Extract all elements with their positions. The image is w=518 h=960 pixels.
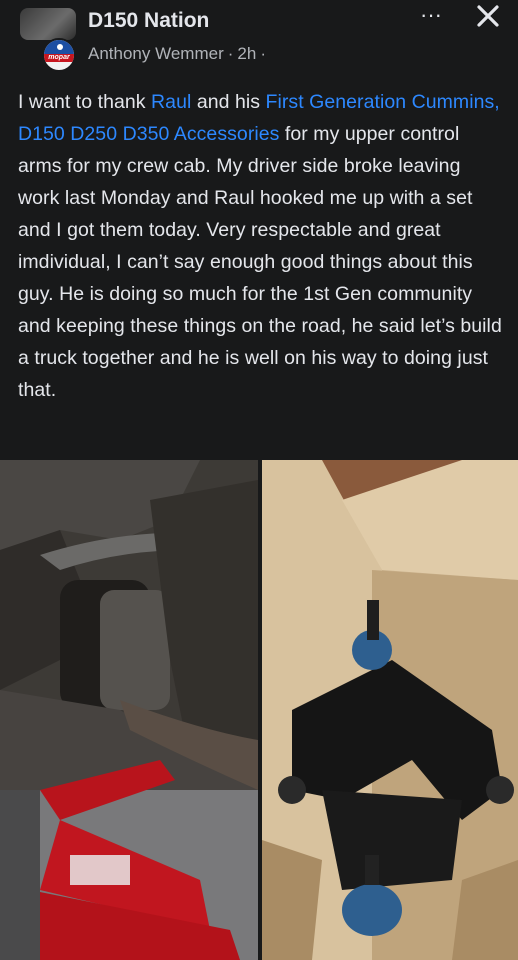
- group-cover-image: [20, 8, 76, 40]
- author-name[interactable]: Anthony Wemmer: [88, 44, 224, 63]
- separator: ·: [227, 44, 234, 63]
- post-body: I want to thank Raul and his First Gener…: [18, 86, 506, 406]
- close-button[interactable]: [470, 0, 506, 34]
- close-icon: [477, 5, 499, 27]
- author-line: Anthony Wemmer · 2h ·: [88, 44, 270, 64]
- broken-control-arm-photo[interactable]: [0, 460, 258, 960]
- post-text-part-2: and his: [191, 91, 266, 113]
- more-options-button[interactable]: ···: [416, 2, 446, 32]
- group-avatar[interactable]: mopar: [20, 8, 80, 72]
- new-control-arm-image: [262, 460, 518, 960]
- group-name[interactable]: D150 Nation: [88, 9, 209, 33]
- post-header: mopar D150 Nation Anthony Wemmer · 2h · ···: [0, 0, 518, 78]
- photo-grid: [0, 460, 518, 960]
- broken-control-arm-image: [0, 460, 258, 960]
- post-time[interactable]: 2h: [237, 44, 256, 63]
- more-dots-icon: ···: [420, 2, 442, 27]
- mopar-logo: mopar: [42, 38, 76, 72]
- separator-2: ·: [260, 44, 266, 63]
- post-text-part-1: I want to thank: [18, 91, 152, 113]
- mention-raul-link[interactable]: Raul: [151, 91, 191, 113]
- post-text-part-3: for my upper control arms for my crew ca…: [18, 123, 502, 401]
- new-control-arm-in-box-photo[interactable]: [262, 460, 518, 960]
